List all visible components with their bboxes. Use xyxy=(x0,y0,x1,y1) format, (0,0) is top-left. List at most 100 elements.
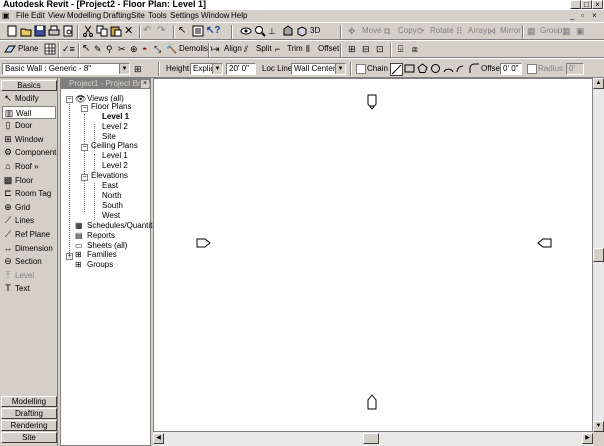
keynote-icon[interactable]: ⧈ xyxy=(412,43,425,56)
help-cursor-icon[interactable]: ↖? xyxy=(206,25,221,38)
design-tool-level[interactable]: ⤒ Level xyxy=(2,269,56,282)
scroll-left-icon[interactable]: ◀ xyxy=(153,433,164,444)
horizontal-scrollbar[interactable]: ◀ ▶ xyxy=(153,432,593,446)
tree-schedules[interactable]: Schedules/Quantities xyxy=(87,221,163,231)
lock-dims-icon[interactable]: ⊞ xyxy=(348,43,361,56)
element-properties-icon[interactable]: ⊞ xyxy=(134,63,147,76)
tree-floor-plan-level-1[interactable]: Level 1 xyxy=(102,112,129,122)
drawing-area[interactable] xyxy=(153,78,593,432)
menu-site[interactable]: Site xyxy=(131,10,145,21)
design-tool-lines[interactable]: ⟋ Lines xyxy=(2,214,56,227)
menu-settings[interactable]: Settings xyxy=(170,10,199,21)
print-icon[interactable] xyxy=(48,25,61,38)
doc-restore-icon[interactable]: ▫ xyxy=(581,11,584,20)
work-plane-icon[interactable] xyxy=(4,43,17,56)
doc-minimize-icon[interactable]: _ xyxy=(570,11,574,20)
chevron-down-icon[interactable]: ▼ xyxy=(212,64,222,74)
move-label[interactable]: Move xyxy=(362,25,382,37)
menu-modelling[interactable]: Modelling xyxy=(67,10,101,21)
pin-icon[interactable]: ⊟ xyxy=(362,43,375,56)
copy-element-icon[interactable]: ⧉ xyxy=(384,25,397,38)
chevron-down-icon[interactable]: ▼ xyxy=(335,64,345,74)
tree-floor-plan-level-2[interactable]: Level 2 xyxy=(102,122,128,132)
offset-tool-label[interactable]: Offset xyxy=(318,43,339,55)
ceiling-plans-toggle[interactable]: − xyxy=(81,144,88,151)
tab-modelling[interactable]: Modelling xyxy=(1,396,57,407)
design-tool-wall[interactable]: ▥ Wall xyxy=(2,105,56,119)
radius-checkbox[interactable] xyxy=(527,64,537,74)
type-selector[interactable]: Basic Wall : Generic - 8" ▼ xyxy=(2,63,130,75)
families-expand-toggle[interactable]: + xyxy=(66,253,73,260)
north-elevation-marker[interactable] xyxy=(367,94,377,110)
tree-floor-plans[interactable]: Floor Plans xyxy=(91,102,131,112)
tree-ceiling-level-1[interactable]: Level 1 xyxy=(102,151,128,161)
design-tool-window[interactable]: ⊞ Window xyxy=(2,133,56,146)
tree-groups[interactable]: Groups xyxy=(87,260,113,270)
3d-view-icon[interactable] xyxy=(296,25,309,38)
menu-drafting[interactable]: Drafting xyxy=(103,10,131,21)
tree-families[interactable]: Families xyxy=(87,250,117,260)
zoom-icon[interactable] xyxy=(254,25,267,38)
group-icon[interactable]: ▦ xyxy=(527,25,540,38)
new-icon[interactable] xyxy=(6,25,19,38)
west-elevation-marker[interactable] xyxy=(196,238,211,248)
design-tool-text[interactable]: T Text xyxy=(2,282,56,295)
design-tool-grid[interactable]: ⊕ Grid xyxy=(2,201,56,214)
height-mode-select[interactable]: Explicit ▼ xyxy=(190,63,223,75)
tree-ceiling-level-2[interactable]: Level 2 xyxy=(102,161,128,171)
design-tool-ref-plane[interactable]: ⟋ Ref Plane xyxy=(2,228,56,241)
offset-input[interactable]: 0' 0" xyxy=(500,63,522,75)
tree-elevation-north[interactable]: North xyxy=(102,191,122,201)
document-menu-icon[interactable]: ▣ xyxy=(2,11,10,20)
line-draw-icon[interactable] xyxy=(390,63,403,76)
tree-ceiling-plans[interactable]: Ceiling Plans xyxy=(91,141,138,151)
tree-elevation-south[interactable]: South xyxy=(102,201,123,211)
rotate-label[interactable]: Rotate xyxy=(430,25,454,37)
design-tool-modify[interactable]: ↖ Modify xyxy=(2,92,56,105)
menu-tools[interactable]: Tools xyxy=(148,10,167,21)
design-tool-component[interactable]: ⚙ Component xyxy=(2,146,56,159)
circle-draw-icon[interactable] xyxy=(430,63,443,76)
mirror-icon[interactable]: ⋈ xyxy=(487,25,500,38)
loc-line-select[interactable]: Wall Centerline ▼ xyxy=(291,63,346,75)
menu-edit[interactable]: Edit xyxy=(31,10,45,21)
group-label[interactable]: Group xyxy=(540,25,562,37)
rotate-icon[interactable]: ⟳ xyxy=(417,25,430,38)
elevations-toggle[interactable]: − xyxy=(81,174,88,181)
menu-file[interactable]: File xyxy=(16,10,29,21)
plane-label[interactable]: Plane xyxy=(18,43,38,55)
open-icon[interactable] xyxy=(20,25,33,38)
tag-icon[interactable]: ⌹ xyxy=(398,43,411,56)
tab-drafting[interactable]: Drafting xyxy=(1,408,57,419)
save-icon[interactable] xyxy=(34,25,47,38)
select-icon[interactable]: ↖ xyxy=(178,25,191,38)
design-tool-roof[interactable]: ⌂ Roof » xyxy=(2,160,56,173)
radius-input[interactable]: 0' xyxy=(566,63,584,75)
tree-elevation-west[interactable]: West xyxy=(102,211,120,221)
minimize-button[interactable]: _ xyxy=(570,0,581,9)
split-label[interactable]: Split xyxy=(256,43,272,55)
arc-center-icon[interactable] xyxy=(456,63,469,76)
tab-basics[interactable]: Basics xyxy=(1,80,57,91)
type-properties-icon[interactable] xyxy=(192,25,205,38)
scroll-right-icon[interactable]: ▶ xyxy=(582,433,593,444)
demolish-icon[interactable]: 🔨 xyxy=(166,43,179,56)
vertical-scrollbar[interactable]: ▲ ▼ xyxy=(593,78,604,432)
tab-rendering[interactable]: Rendering xyxy=(1,420,57,431)
mirror-label[interactable]: Mirror xyxy=(500,25,521,37)
doc-close-icon[interactable]: × xyxy=(592,11,597,20)
paste-icon[interactable] xyxy=(110,25,123,38)
trim-label[interactable]: Trim xyxy=(287,43,303,55)
redo-icon[interactable]: ↷ xyxy=(157,25,170,38)
move-icon[interactable]: ✥ xyxy=(348,25,361,38)
delete-icon[interactable]: ✕ xyxy=(124,25,137,38)
tab-site[interactable]: Site xyxy=(1,432,57,443)
close-button[interactable]: × xyxy=(592,0,603,9)
tree-reports[interactable]: Reports xyxy=(87,231,115,241)
chevron-down-icon[interactable]: ▼ xyxy=(119,64,129,74)
design-tool-room-tag[interactable]: ⊏ Room Tag xyxy=(2,187,56,200)
menu-window[interactable]: Window xyxy=(201,10,229,21)
3d-view-label[interactable]: 3D xyxy=(310,25,320,37)
menu-view[interactable]: View xyxy=(48,10,65,21)
ungroup-icon[interactable]: ▦ xyxy=(562,25,575,38)
